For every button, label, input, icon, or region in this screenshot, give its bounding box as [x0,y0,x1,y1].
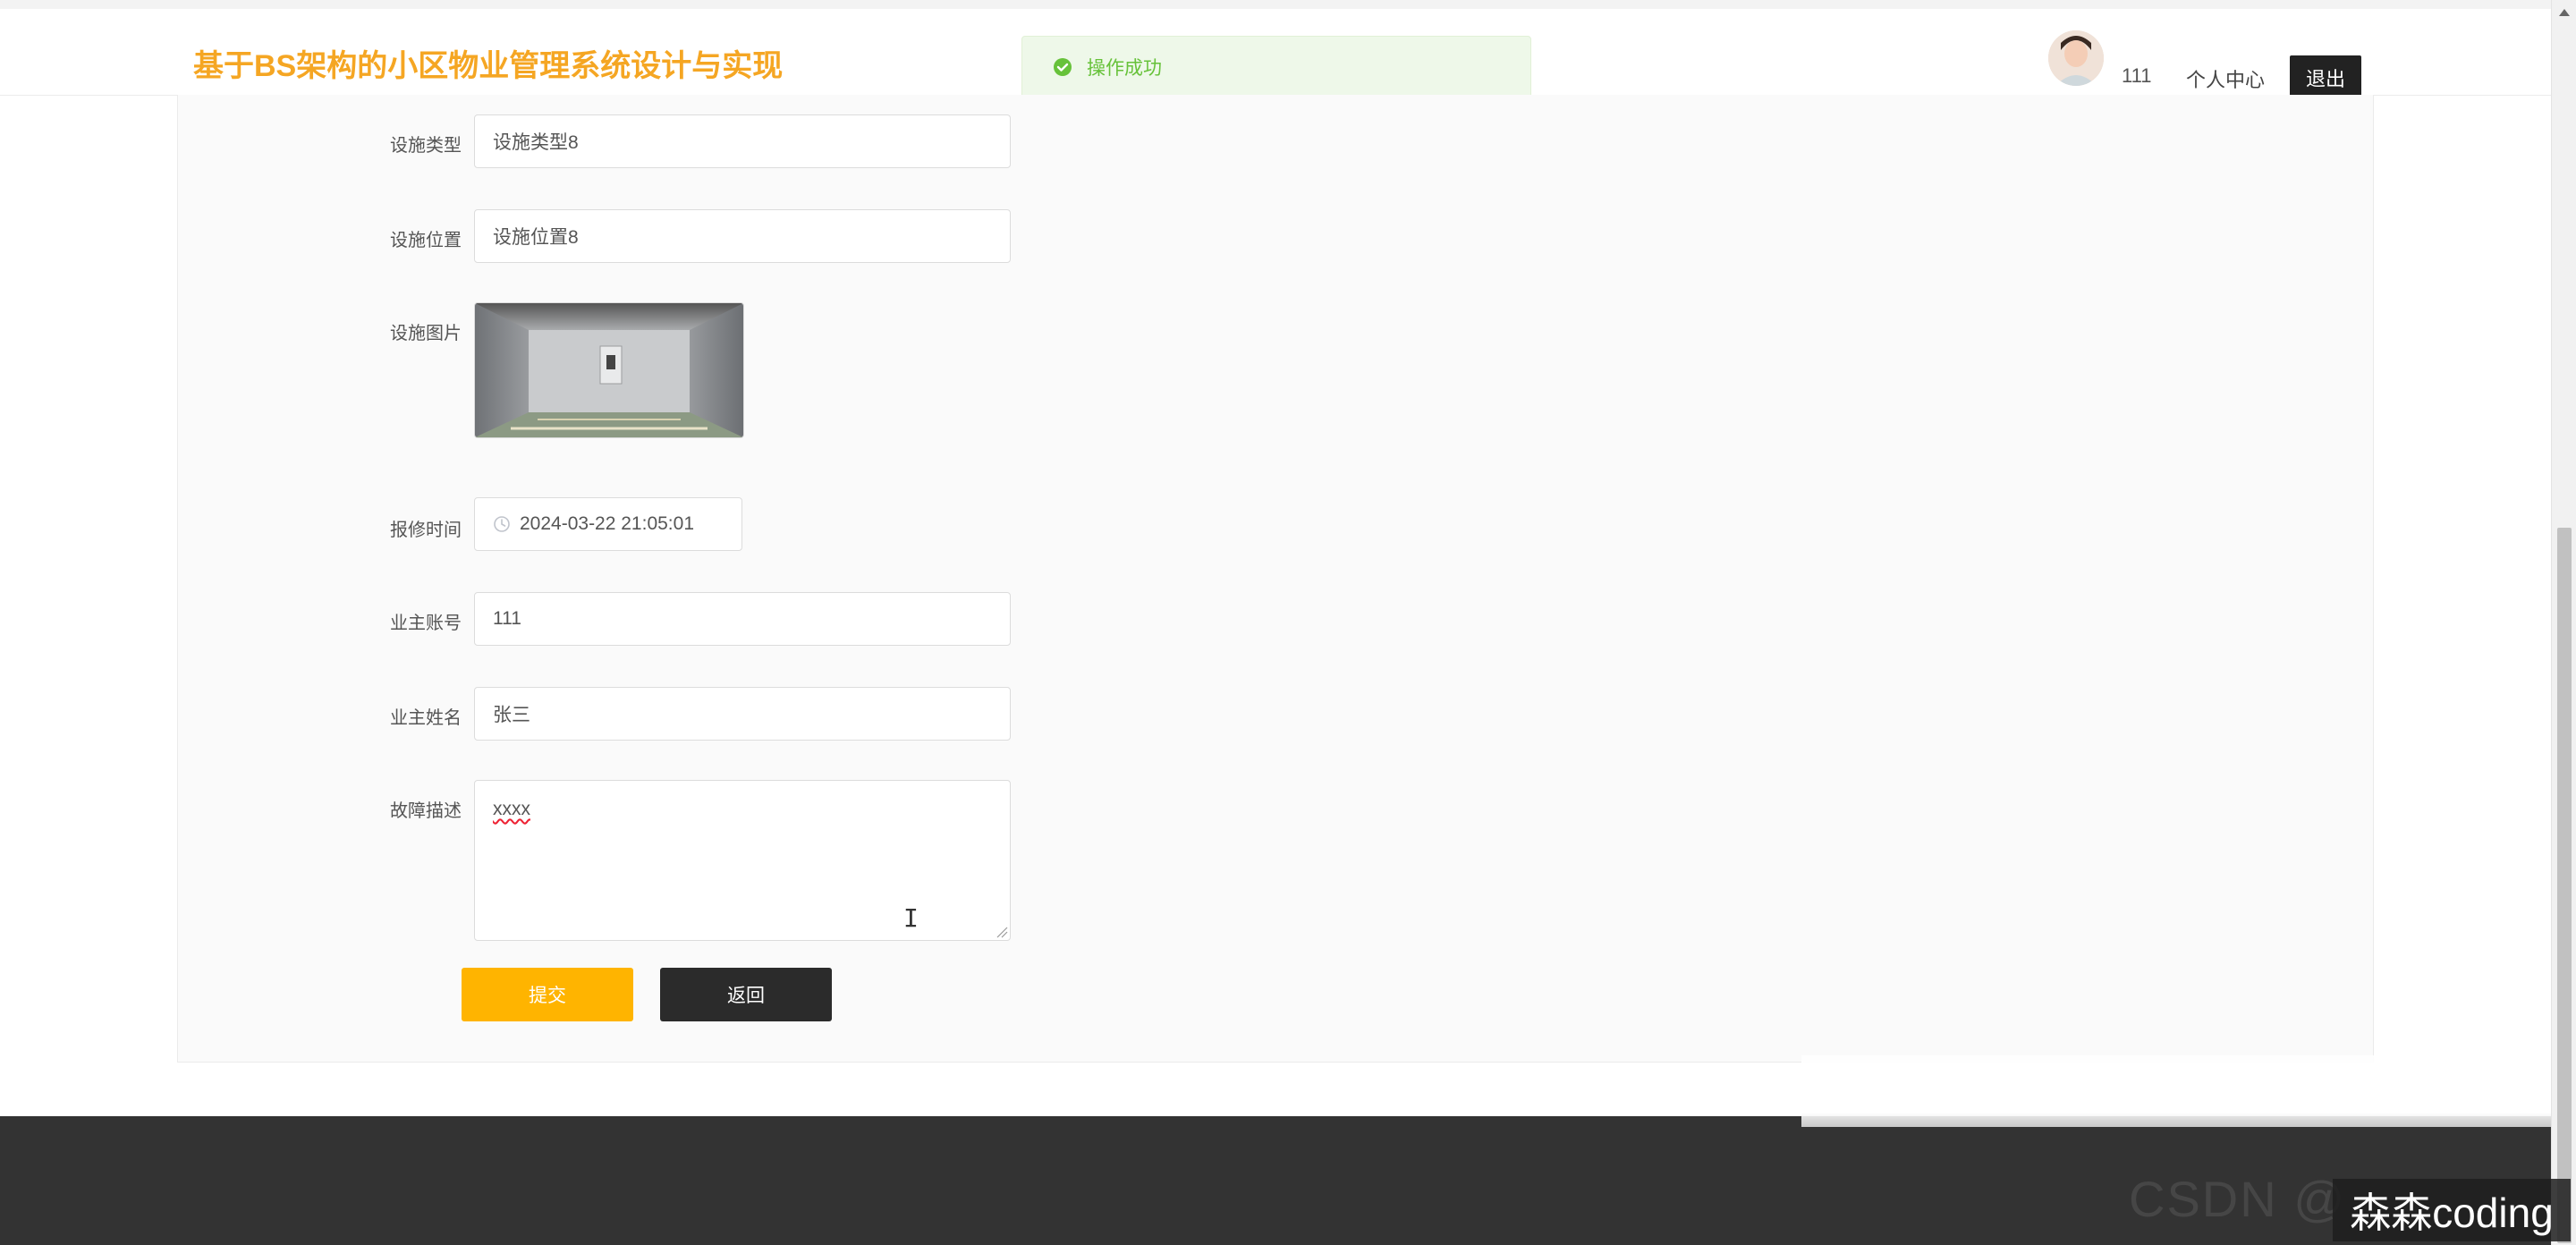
success-toast: 操作成功 [1021,36,1531,98]
facility-image-label: 设施图片 [390,324,462,343]
facility-type-input[interactable]: 设施类型8 [474,114,1011,168]
scroll-thumb[interactable] [2557,528,2572,1243]
facility-location-label: 设施位置 [390,231,462,250]
watermark-label: 森森coding [2333,1179,2571,1241]
clock-icon [494,516,510,532]
facility-type-label: 设施类型 [390,136,462,156]
profile-link[interactable]: 个人中心 [2186,64,2265,93]
site-title: 基于BS架构的小区物业管理系统设计与实现 [193,49,784,83]
fault-description-value: xxxx [493,799,530,819]
owner-name-input[interactable]: 张三 [474,687,1011,741]
repair-time-value: 2024-03-22 21:05:01 [520,513,694,534]
facility-type-value: 设施类型8 [493,132,579,153]
owner-account-label: 业主账号 [390,614,462,633]
success-icon [1054,58,1072,76]
owner-account-input[interactable]: 111 [474,592,1011,646]
text-cursor-icon: I [903,903,919,933]
repair-time-label: 报修时间 [390,521,462,540]
scroll-up-arrow-icon[interactable] [2559,9,2570,16]
resize-handle-icon[interactable] [996,926,1008,938]
facility-location-value: 设施位置8 [493,227,579,248]
username: 111 [2122,64,2152,87]
fault-description-textarea[interactable]: xxxx [474,780,1011,941]
owner-account-value: 111 [493,608,521,629]
back-button[interactable]: 返回 [660,968,832,1021]
avatar[interactable] [2048,30,2104,86]
footer-overlay [1801,1055,2551,1127]
elevator-image[interactable] [474,302,744,438]
logout-button[interactable]: 退出 [2290,55,2361,100]
repair-time-input[interactable]: 2024-03-22 21:05:01 [474,497,742,551]
fault-description-label: 故障描述 [390,801,462,821]
facility-location-input[interactable]: 设施位置8 [474,209,1011,263]
submit-button[interactable]: 提交 [462,968,633,1021]
vertical-scrollbar[interactable] [2551,0,2576,1245]
owner-name-label: 业主姓名 [390,708,462,728]
toast-message: 操作成功 [1087,58,1162,79]
owner-name-value: 张三 [493,705,530,725]
blurred-csdn-mark: CSDN @ [2129,1171,2347,1227]
